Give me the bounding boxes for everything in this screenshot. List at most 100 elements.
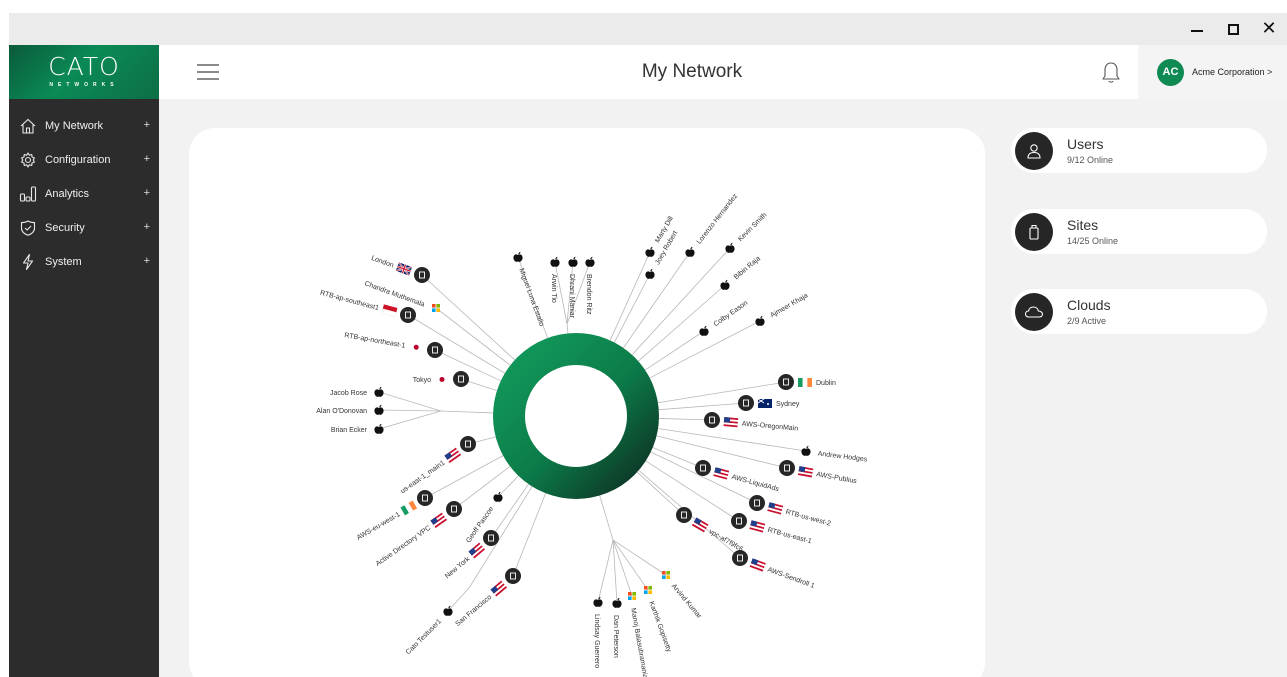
network-link [497,475,519,498]
network-node[interactable]: Cato Testuser1 [405,605,453,657]
notifications-button[interactable] [1101,61,1121,85]
apple-device-icon [801,445,811,456]
clouds-summary-card[interactable]: Clouds 2/9 Active [1011,289,1267,334]
sidebar-item-configuration[interactable]: Configuration + [9,143,159,177]
network-node-label-group: San Francisco [454,580,508,628]
network-link [468,486,533,589]
network-node[interactable]: RTB-us-west-2 [749,495,832,528]
sidebar-item-analytics[interactable]: Analytics + [9,177,159,211]
network-node[interactable]: London [370,253,430,283]
network-node-label: Arwin Tio [550,274,557,303]
network-link [424,455,504,499]
network-node[interactable]: Karthik Gopisetty [644,586,672,654]
network-node-label-group: AWS-Publius [797,466,858,485]
network-node[interactable]: Brian Ecker [331,423,384,434]
gear-icon [19,151,37,169]
network-node[interactable]: Andrew Hodges [801,445,868,464]
sidebar-item-label: System [45,256,82,268]
network-node[interactable]: Active Directory VPC [374,501,462,568]
network-node-label-group: Miguel Luna Estallo [517,268,545,328]
site-node-icon [414,267,430,283]
site-node-icon [738,395,754,411]
network-node-label-group: Cato Testuser1 [405,618,443,656]
network-node-label: AWS-Publius [816,471,858,485]
flag-us-icon [444,447,462,464]
site-node-icon [483,530,499,546]
network-node-label-group: Lorenzo Hernandez [696,192,740,245]
network-link [378,409,442,412]
network-node[interactable]: Kevin Smith [725,212,769,253]
users-title: Users [1067,136,1104,152]
network-node-label: AWS-Sendroll 1 [766,566,815,590]
network-node[interactable]: vpc-af7f9fc6 [676,507,745,553]
maximize-button[interactable] [1215,13,1251,45]
page-title: My Network [641,61,743,82]
network-node-label: vpc-af7f9fc6 [707,528,744,553]
sites-summary-card[interactable]: Sites 14/25 Online [1011,209,1267,254]
home-icon [19,117,37,135]
users-online-count: 9/12 Online [1067,155,1114,165]
network-node[interactable]: Dhrani Maniar [568,256,578,319]
apple-device-icon [725,242,735,253]
close-button[interactable]: ✕ [1251,13,1287,45]
minimize-icon [1191,30,1203,32]
network-node[interactable]: Manoj Balasubramanian [628,592,649,677]
network-node[interactable]: AWS-LiquidAds [695,460,781,493]
flag-us-icon [468,542,486,559]
sidebar-item-my-network[interactable]: My Network + [9,109,159,143]
sidebar-item-system[interactable]: System + [9,245,159,279]
minimize-button[interactable] [1179,13,1215,45]
network-node-label-group: Dhrani Maniar [568,274,575,319]
network-node[interactable]: Miguel Luna Estallo [513,251,545,328]
network-node[interactable]: Tokyo [413,371,469,387]
network-link [631,247,731,356]
site-node-icon [731,513,747,529]
network-node[interactable]: Sydney [738,395,800,411]
network-node[interactable]: Lindsay Guerrero [593,596,603,668]
clouds-active-count: 2/9 Active [1067,316,1107,326]
flag-id-icon [381,304,398,317]
network-node-label-group: Ajmeer Khaja [769,292,809,319]
network-nodes: Miguel Luna Estallo Arwin Tio Dhrani Mania… [316,192,868,677]
site-node-icon [695,460,711,476]
network-node-label: RTB-ap-southeast1 [319,290,379,312]
network-node-label: Arvind Kumar [670,583,703,620]
network-node[interactable]: AWS-Publius [779,460,858,485]
network-node-label: Brian Ecker [331,427,368,434]
network-node[interactable]: AWS-Sendroll 1 [732,550,816,590]
network-node[interactable]: San Francisco [453,568,521,628]
expand-icon: + [143,221,150,233]
network-node-label-group: Brian Ecker [331,427,368,434]
network-node[interactable]: us-east-1_main1 [398,436,476,495]
header: My Network AC Acme Corporation > [159,45,1287,99]
users-summary-card[interactable]: Users 9/12 Online [1011,128,1267,173]
network-node[interactable]: RTB-ap-northeast-1 [344,330,443,358]
network-node[interactable]: AWS-OregonMain [704,412,799,433]
network-node[interactable]: Dan Peterson [612,597,622,658]
network-node-label-group: AWS-LiquidAds [713,467,780,493]
network-node[interactable]: Bibin Raja [720,255,762,290]
network-node[interactable]: Alan O'Donovan [316,404,384,415]
site-node-icon [779,460,795,476]
sidebar-item-label: Analytics [45,188,90,200]
network-node-label-group: Sydney [757,398,800,408]
brand-logo[interactable]: CATO NETWORKS [9,45,159,99]
network-node-label: Karthik Gopisetty [647,601,672,654]
expand-icon: + [143,187,150,199]
network-link [440,410,494,414]
flag-us-icon [767,502,784,515]
network-node[interactable]: Arvind Kumar [662,571,703,620]
network-node-label-group: Alan O'Donovan [316,408,367,415]
network-node-label: Miguel Luna Estallo [517,268,545,328]
apple-device-icon [513,251,523,262]
account-switcher[interactable]: AC Acme Corporation > [1138,45,1287,99]
network-node[interactable]: Brendon Ritz [585,256,595,315]
apple-device-icon [685,246,695,257]
network-node[interactable]: Jacob Rose [330,386,384,397]
network-node[interactable]: Dublin [778,374,836,390]
network-node-label: Brendon Ritz [585,274,592,315]
network-node-label: Lindsay Guerrero [593,614,600,668]
sidebar-item-security[interactable]: Security + [9,211,159,245]
apple-device-icon [755,315,765,326]
network-node[interactable]: Ajmeer Khaja [755,292,809,326]
